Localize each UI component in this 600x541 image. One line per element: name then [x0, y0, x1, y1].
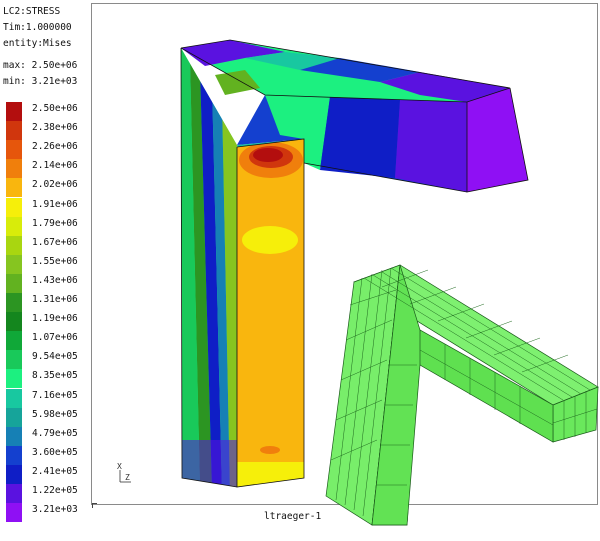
model-name-label: ltraeger-1	[264, 511, 322, 522]
undeformed-mesh-model[interactable]	[325, 264, 599, 526]
top-face	[181, 40, 510, 102]
column-front-face	[237, 139, 304, 487]
arm-end-face	[467, 88, 528, 192]
axis-z-label: Z	[125, 473, 130, 482]
axis-x-label: X	[117, 462, 122, 471]
fem-view: X Z	[117, 39, 599, 526]
